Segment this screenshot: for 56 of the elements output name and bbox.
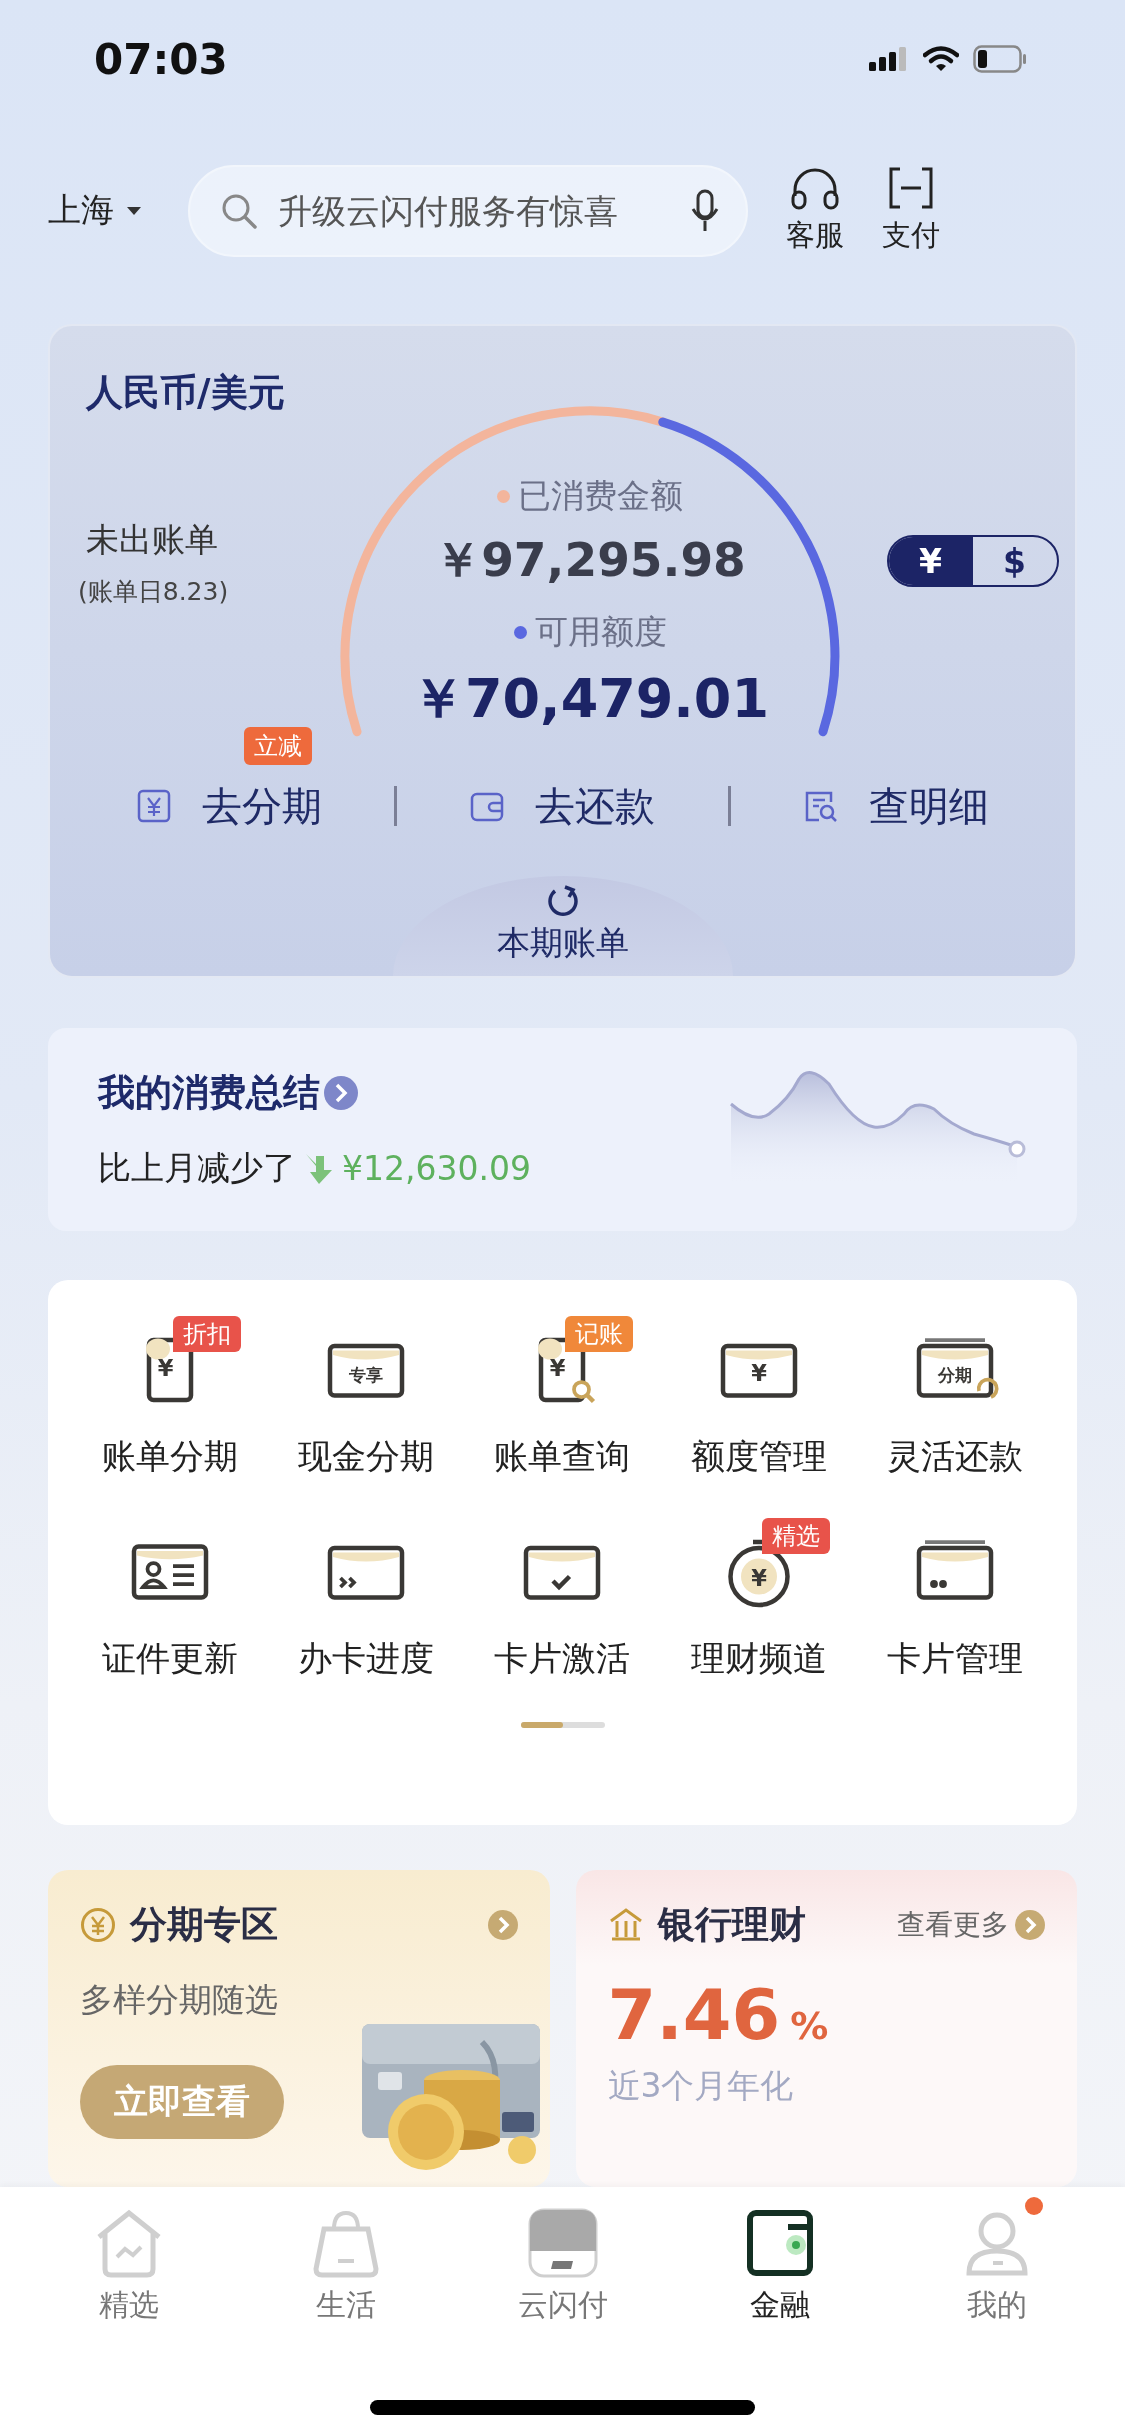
view-more-link[interactable]: 查看更多: [897, 1905, 1045, 1944]
promo-title: 分期专区: [130, 1901, 278, 1948]
signal-icon: [869, 47, 909, 72]
bill-status: 未出账单: [86, 519, 219, 562]
caret-icon: [126, 205, 142, 216]
spent-amount: ￥97,295.98: [434, 531, 746, 590]
service-tag: 精选: [761, 1517, 830, 1554]
available-label: 可用额度: [513, 610, 667, 656]
service-tag: 记账: [565, 1315, 634, 1352]
bank-icon: [607, 1906, 644, 1943]
bill-day: (账单日8.23): [78, 575, 340, 609]
summary-title: 我的消费总结: [98, 1069, 320, 1116]
tab-item[interactable]: 我的: [888, 2193, 1105, 2330]
wifi-icon: [923, 46, 959, 73]
yen-coin-icon: [80, 1906, 116, 1943]
promo-tag: 立减: [244, 726, 313, 765]
details-link[interactable]: 查明细: [802, 778, 989, 834]
service-item[interactable]: ¥ 额度管理: [660, 1319, 857, 1480]
yen-icon: [136, 788, 173, 825]
decrease-amount: ¥12,630.09: [342, 1148, 531, 1188]
promo-title: 银行理财: [657, 1901, 806, 1948]
tab-item[interactable]: 云闪付: [454, 2193, 671, 2330]
chevron-icon[interactable]: [324, 1075, 358, 1110]
yield-label: 近3个月年化: [607, 2064, 795, 2107]
yield-rate: 7.46: [607, 1973, 781, 2056]
status-time: 07:03: [94, 35, 228, 84]
service-item[interactable]: 专享 现金分期: [268, 1319, 465, 1480]
comparison-text: 比上月减少了: [98, 1146, 296, 1189]
customer-service-button[interactable]: 客服: [786, 165, 844, 256]
tab-item[interactable]: 精选: [20, 2193, 237, 2330]
chevron-icon: [1015, 1909, 1045, 1940]
currency-option[interactable]: ¥: [888, 537, 973, 586]
service-item[interactable]: 办卡进度: [268, 1521, 465, 1682]
percent-sign: %: [790, 2003, 829, 2048]
repay-link[interactable]: 去还款: [469, 778, 656, 834]
current-bill-tab[interactable]: 本期账单: [392, 875, 733, 976]
app-icon: [526, 2207, 599, 2279]
promo-subtitle: 多样分期随选: [80, 1978, 279, 2021]
microphone-icon: [690, 188, 720, 233]
search-field[interactable]: 升级云闪付服务有惊喜: [188, 164, 748, 257]
pay-button[interactable]: 支付: [882, 165, 940, 256]
battery-icon: [973, 45, 1027, 74]
service-item[interactable]: 卡片管理: [856, 1521, 1053, 1682]
available-amount: ￥70,479.01: [410, 666, 769, 733]
service-item[interactable]: 卡片激活: [464, 1521, 661, 1682]
service-item[interactable]: 分期 灵活还款: [856, 1319, 1053, 1480]
service-item[interactable]: 证件更新: [72, 1521, 269, 1682]
service-tag: 折扣: [173, 1315, 242, 1352]
tab-item[interactable]: 金融: [671, 2193, 888, 2330]
scan-icon: [888, 165, 934, 210]
card-title: 人民币/美元: [86, 370, 286, 417]
currency-option[interactable]: $: [972, 537, 1057, 586]
spent-label: 已消费金额: [497, 474, 683, 520]
tab-item[interactable]: 生活: [237, 2193, 454, 2330]
city-selector[interactable]: 上海: [48, 188, 188, 234]
chevron-icon[interactable]: [487, 1909, 518, 1940]
